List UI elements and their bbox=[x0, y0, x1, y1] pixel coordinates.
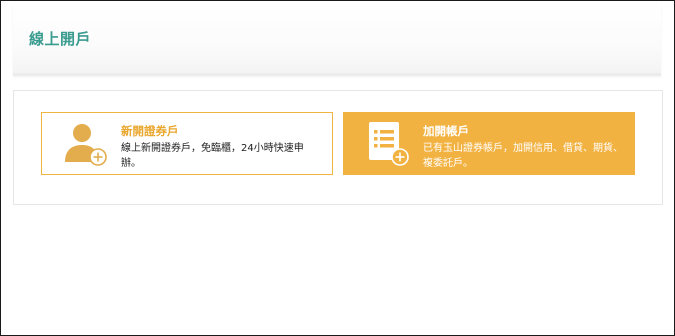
account-options-panel: 新開證券戶 線上新開證券戶，免臨櫃，24小時快速申辦。 加開帳戶 已有玉山證券帳… bbox=[13, 90, 663, 205]
card-title: 加開帳戶 bbox=[423, 124, 469, 138]
document-list-add-icon bbox=[369, 122, 409, 166]
add-account-card[interactable]: 加開帳戶 已有玉山證券帳戶，加開信用、借貸、期貨、複委託戶。 bbox=[343, 112, 635, 175]
title-bar: 線上開戶 bbox=[13, 3, 661, 76]
card-description: 線上新開證券戶，免臨櫃，24小時快速申辦。 bbox=[121, 143, 304, 169]
page-title: 線上開戶 bbox=[29, 30, 92, 48]
person-add-icon bbox=[65, 124, 107, 166]
card-description: 已有玉山證券帳戶，加開信用、借貸、期貨、複委託戶。 bbox=[423, 143, 623, 169]
open-new-securities-account-card[interactable]: 新開證券戶 線上新開證券戶，免臨櫃，24小時快速申辦。 bbox=[41, 112, 333, 175]
card-title: 新開證券戶 bbox=[121, 124, 179, 138]
page-frame: 線上開戶 新開證券戶 線上新開證券戶，免臨櫃，24小時快速申辦。 加開帳戶 已有… bbox=[0, 0, 675, 336]
